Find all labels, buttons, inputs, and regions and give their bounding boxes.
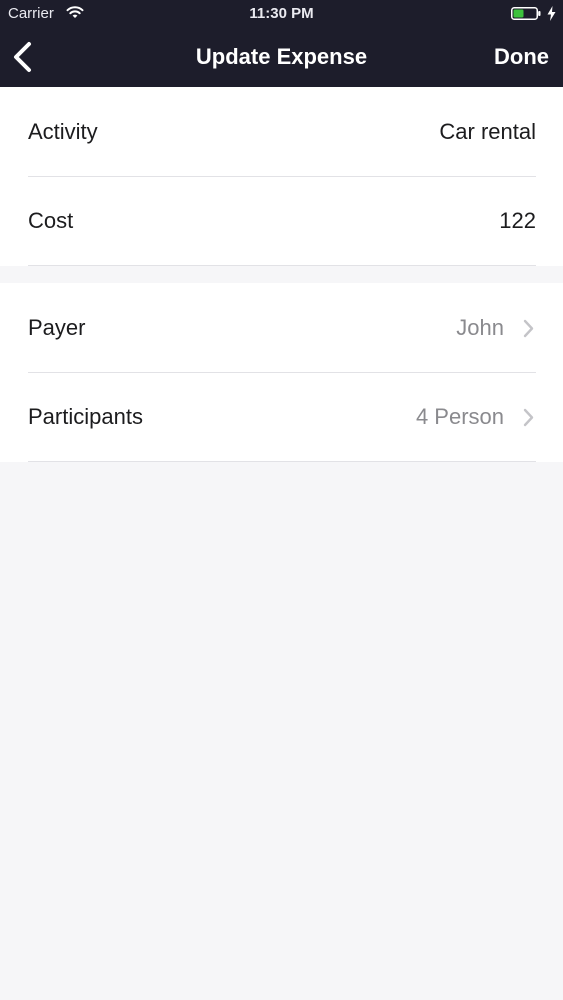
cost-label: Cost (28, 208, 74, 233)
battery-icon (511, 7, 541, 20)
status-time: 11:30 PM (249, 5, 314, 22)
chevron-right-icon (523, 319, 534, 338)
page-title: Update Expense (195, 44, 368, 69)
payer-label: Payer (28, 315, 86, 340)
bolt-icon (547, 6, 556, 21)
top-bar: Carrier 11:30 PM Update Expense Done (0, 0, 563, 87)
activity-value[interactable]: Car rental (439, 119, 536, 145)
split-section: Payer John Participants 4 Person (0, 283, 563, 462)
payer-row[interactable]: Payer John (28, 283, 536, 373)
expense-details-section: Activity Car rental Cost 122 (0, 87, 563, 266)
activity-row[interactable]: Activity Car rental (28, 87, 536, 177)
participants-label: Participants (28, 404, 143, 429)
cost-row[interactable]: Cost 122 (28, 176, 536, 266)
participants-value: 4 Person (415, 404, 504, 429)
activity-label: Activity (28, 119, 98, 144)
chevron-right-icon (523, 408, 534, 427)
cost-value[interactable]: 122 (499, 208, 536, 234)
participants-row[interactable]: Participants 4 Person (28, 372, 536, 462)
status-bar: Carrier 11:30 PM (0, 0, 563, 28)
payer-value: John (456, 315, 504, 340)
done-button[interactable]: Done (494, 44, 549, 70)
